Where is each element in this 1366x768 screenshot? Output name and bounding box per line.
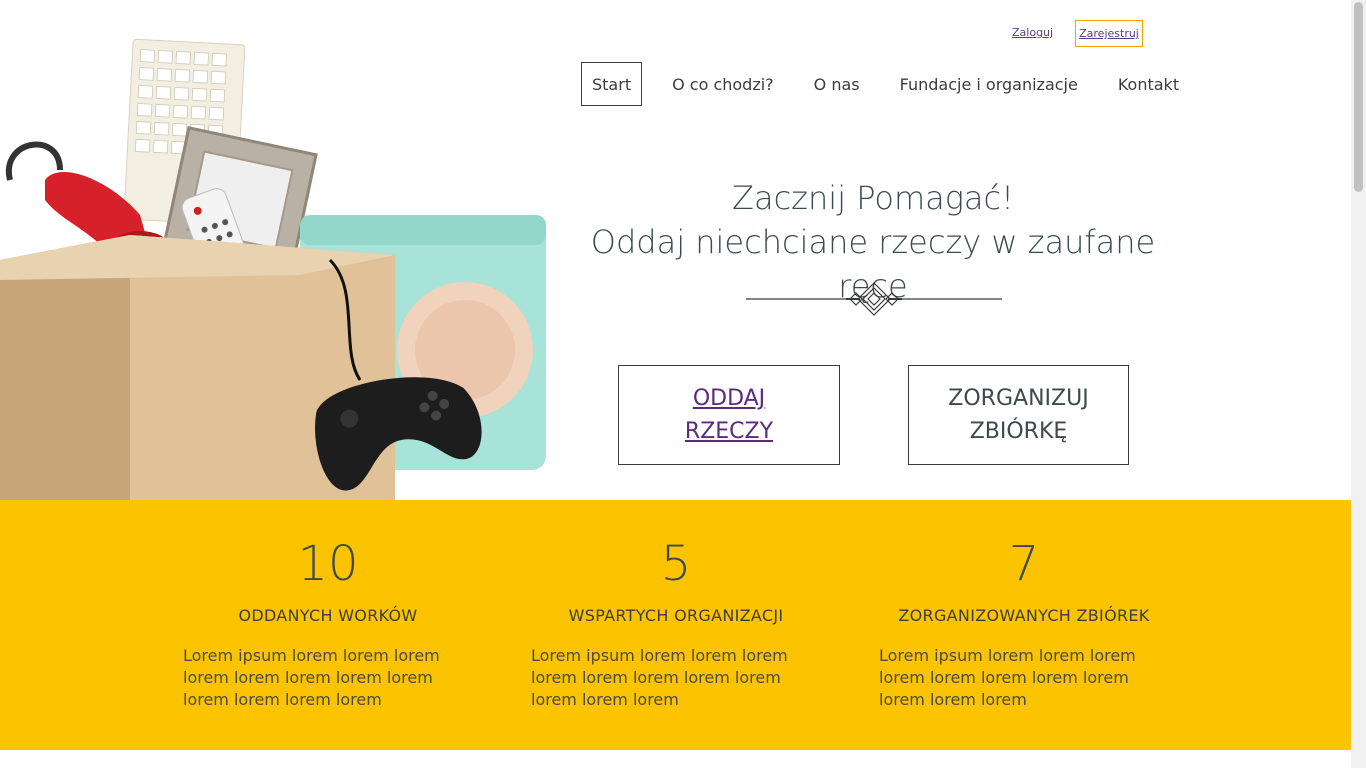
organize-collection-button[interactable]: ZORGANIZUJ ZBIÓRKĘ (908, 365, 1129, 465)
decoration-divider-icon (746, 282, 1002, 316)
login-link[interactable]: Zaloguj (1012, 26, 1053, 39)
hero-image (0, 30, 550, 500)
stat-number: 7 (1008, 536, 1040, 592)
stat-organizations: 5 WSPARTYCH ORGANIZACJI Lorem ipsum lore… (531, 500, 821, 711)
stat-title: ODDANYCH WORKÓW (238, 606, 418, 625)
hero-headline-line1: Zacznij Pomagać! (732, 179, 1014, 217)
give-items-line2: RZECZY (684, 419, 774, 444)
give-items-line1: ODDAJ (692, 386, 766, 411)
main-nav: Start O co chodzi? O nas Fundacje i orga… (581, 62, 1209, 106)
stat-description: Lorem ipsum lorem lorem lorem lorem lore… (879, 646, 1136, 709)
stats-section: 10 ODDANYCH WORKÓW Lorem ipsum lorem lor… (0, 500, 1351, 750)
donation-box-illustration (0, 38, 546, 500)
register-button[interactable]: Zarejestruj (1075, 20, 1143, 47)
nav-item-start[interactable]: Start (581, 62, 643, 106)
page-scrollbar[interactable] (1351, 0, 1366, 768)
hero-section: Zaloguj Zarejestruj Start O co chodzi? O… (0, 0, 1351, 500)
nav-item-about-us[interactable]: O nas (804, 62, 870, 106)
stat-bags: 10 ODDANYCH WORKÓW Lorem ipsum lorem lor… (183, 500, 473, 711)
stat-collections: 7 ZORGANIZOWANYCH ZBIÓREK Lorem ipsum lo… (879, 500, 1169, 711)
nav-item-contact[interactable]: Kontakt (1108, 62, 1189, 106)
give-items-button[interactable]: ODDAJ RZECZY (618, 365, 840, 465)
organize-collection-line1: ZORGANIZUJ (948, 386, 1089, 411)
stat-title: ZORGANIZOWANYCH ZBIÓREK (898, 606, 1150, 625)
scrollbar-thumb[interactable] (1354, 2, 1363, 192)
nav-item-about-idea[interactable]: O co chodzi? (662, 62, 784, 106)
auth-links: Zaloguj Zarejestruj (1000, 20, 1150, 48)
stat-description: Lorem ipsum lorem lorem lorem lorem lore… (531, 646, 788, 709)
nav-item-foundations[interactable]: Fundacje i organizacje (890, 62, 1088, 106)
stat-number: 5 (660, 536, 692, 592)
stat-description: Lorem ipsum lorem lorem lorem lorem lore… (183, 646, 440, 709)
stat-number: 10 (297, 536, 359, 592)
stat-title: WSPARTYCH ORGANIZACJI (568, 606, 784, 625)
organize-collection-line2: ZBIÓRKĘ (969, 419, 1068, 444)
